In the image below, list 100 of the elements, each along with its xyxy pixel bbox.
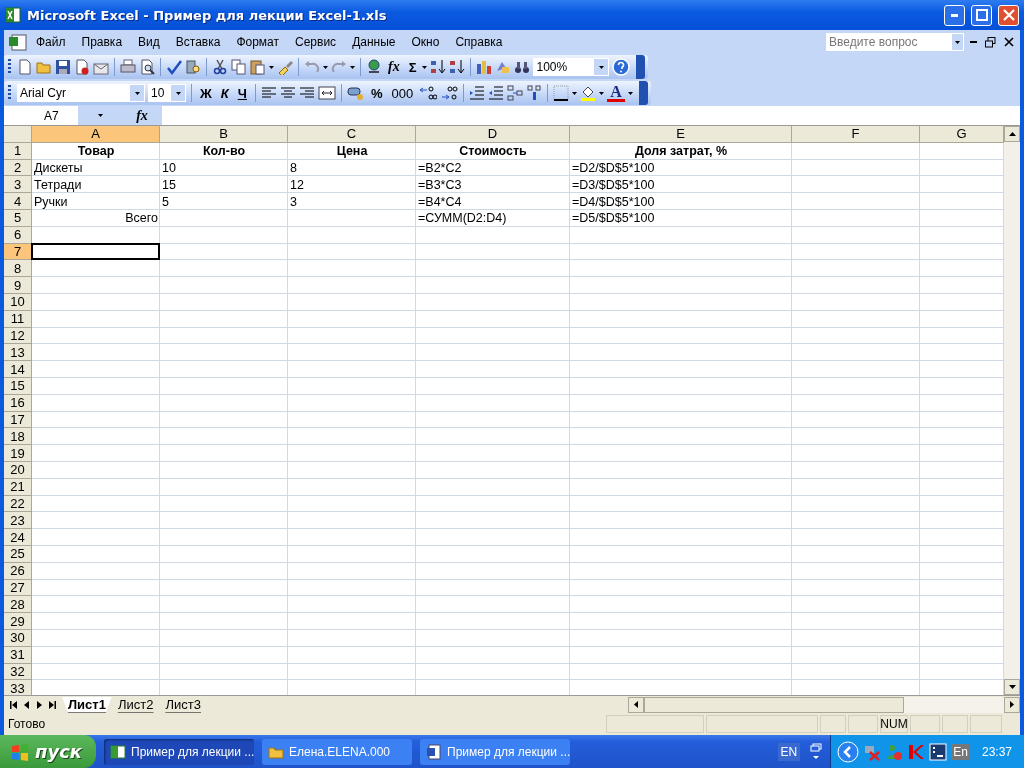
row-header[interactable]: 29 [4,613,32,630]
bold-button[interactable]: Ж [197,85,215,101]
underline-button[interactable]: Ч [234,85,250,101]
toolbar-options-button[interactable] [636,55,646,79]
insert-function-button[interactable]: fx [385,59,403,75]
dropdown-arrow-icon[interactable] [627,91,633,95]
sort-ascending-icon[interactable] [430,59,447,75]
binoculars-icon[interactable] [514,59,531,75]
merge-center-icon[interactable] [317,85,336,101]
document-permission-icon[interactable] [74,59,90,75]
scroll-left-icon[interactable] [634,701,638,708]
column-header[interactable]: A [32,126,160,143]
taskbar-button[interactable]: Пример для лекции ... [420,738,570,765]
align-left-icon[interactable] [260,85,277,101]
row-header[interactable]: 19 [4,445,32,462]
print-preview-icon[interactable] [139,59,155,75]
paste-icon[interactable] [250,59,266,75]
dropdown-arrow-icon[interactable] [269,65,274,69]
taskbar-button[interactable]: Елена.ELENA.000 [262,738,412,765]
spreadsheet-icon[interactable] [8,33,28,51]
help-icon[interactable] [612,58,631,76]
scroll-right-icon[interactable] [1010,701,1014,708]
menu-item[interactable]: Сервис [287,33,345,51]
font-name-field[interactable]: Arial Cyr [17,84,145,102]
research-icon[interactable] [185,59,201,75]
active-cell[interactable] [31,242,160,261]
scroll-up-icon[interactable] [1008,132,1016,136]
menu-item[interactable]: Файл [28,33,74,51]
dropdown-arrow-icon[interactable] [175,91,181,95]
column-header[interactable]: B [160,126,288,143]
dropdown-arrow-icon[interactable] [572,91,578,95]
row-header[interactable]: 28 [4,596,32,614]
horizontal-scrollbar[interactable] [628,696,1020,713]
save-icon[interactable] [55,59,71,75]
zoom-field[interactable]: 100% [533,58,610,76]
bar-chart-icon[interactable] [476,59,493,75]
close-button[interactable] [998,4,1019,26]
row-header[interactable]: 33 [4,680,32,695]
fill-color-icon[interactable] [580,85,597,101]
dropdown-arrow-icon[interactable] [422,65,428,69]
vertical-scrollbar[interactable] [1004,126,1020,695]
borders-icon[interactable] [553,85,570,101]
dropdown-arrow-icon[interactable] [599,65,604,69]
currency-icon[interactable] [346,85,365,101]
decrease-decimal-icon[interactable] [440,85,459,101]
copy-icon[interactable] [231,59,247,75]
dropdown-arrow-icon[interactable] [323,65,328,69]
increase-indent-icon[interactable] [488,85,505,101]
dropdown-arrow-icon[interactable] [97,114,103,117]
spelling-check-icon[interactable] [166,59,182,75]
restore-icon[interactable] [810,742,823,761]
row-header[interactable]: 8 [4,260,32,278]
dropdown-arrow-icon[interactable] [350,65,355,69]
column-header[interactable]: D [416,126,570,143]
console-icon[interactable] [929,742,948,761]
autosum-button[interactable]: Σ [405,59,420,75]
next-sheet-icon[interactable] [36,700,43,709]
increase-decimal-icon[interactable] [419,85,438,101]
menu-item[interactable]: Вставка [167,33,229,51]
scroll-down-icon[interactable] [1008,685,1016,689]
align-right-icon[interactable] [298,85,315,101]
indent-icon[interactable] [526,85,543,101]
font-size-field[interactable]: 10 [148,84,186,102]
last-sheet-icon[interactable] [49,700,56,709]
brush-icon[interactable] [277,59,293,75]
help-search-field[interactable]: Введите вопрос [826,33,964,51]
dropdown-arrow-icon[interactable] [955,40,960,44]
toolbar-grip-handle[interactable] [8,59,11,75]
column-header[interactable]: G [920,126,1004,143]
row-header[interactable]: 13 [4,344,32,362]
sheet-tab[interactable]: Лист1 [62,696,112,713]
restore-icon[interactable] [985,36,996,48]
globe-link-icon[interactable] [366,59,382,75]
row-header[interactable]: 3 [4,176,32,194]
row-header[interactable]: 23 [4,512,32,530]
menu-item[interactable]: Данные [344,33,404,51]
language-indicator[interactable]: EN [777,742,801,761]
new-document-icon[interactable] [17,59,33,75]
align-center-icon[interactable] [279,85,296,101]
column-header[interactable]: E [570,126,792,143]
minimize-button[interactable] [944,4,965,26]
row-header[interactable]: 18 [4,428,32,446]
row-header[interactable]: 9 [4,277,32,294]
toolbar-options-button[interactable] [638,81,648,105]
thousands-separator-button[interactable]: 000 [388,85,417,101]
menu-item[interactable]: Окно [403,33,448,51]
dropdown-arrow-icon[interactable] [599,91,605,95]
maximize-button[interactable] [971,4,992,26]
menu-item[interactable]: Вид [130,33,168,51]
column-header[interactable]: C [288,126,416,143]
close-icon[interactable] [1004,37,1014,47]
taskbar-button[interactable]: Пример для лекции ... [104,738,254,765]
scissors-icon[interactable] [212,59,228,75]
show-hidden-icons-icon[interactable] [837,740,860,763]
previous-sheet-icon[interactable] [23,700,30,709]
sort-descending-icon[interactable] [449,59,466,75]
first-sheet-icon[interactable] [10,700,17,709]
row-header[interactable]: 24 [4,529,32,546]
language-indicator[interactable]: En [951,743,970,760]
dropdown-arrow-icon[interactable] [134,91,140,95]
